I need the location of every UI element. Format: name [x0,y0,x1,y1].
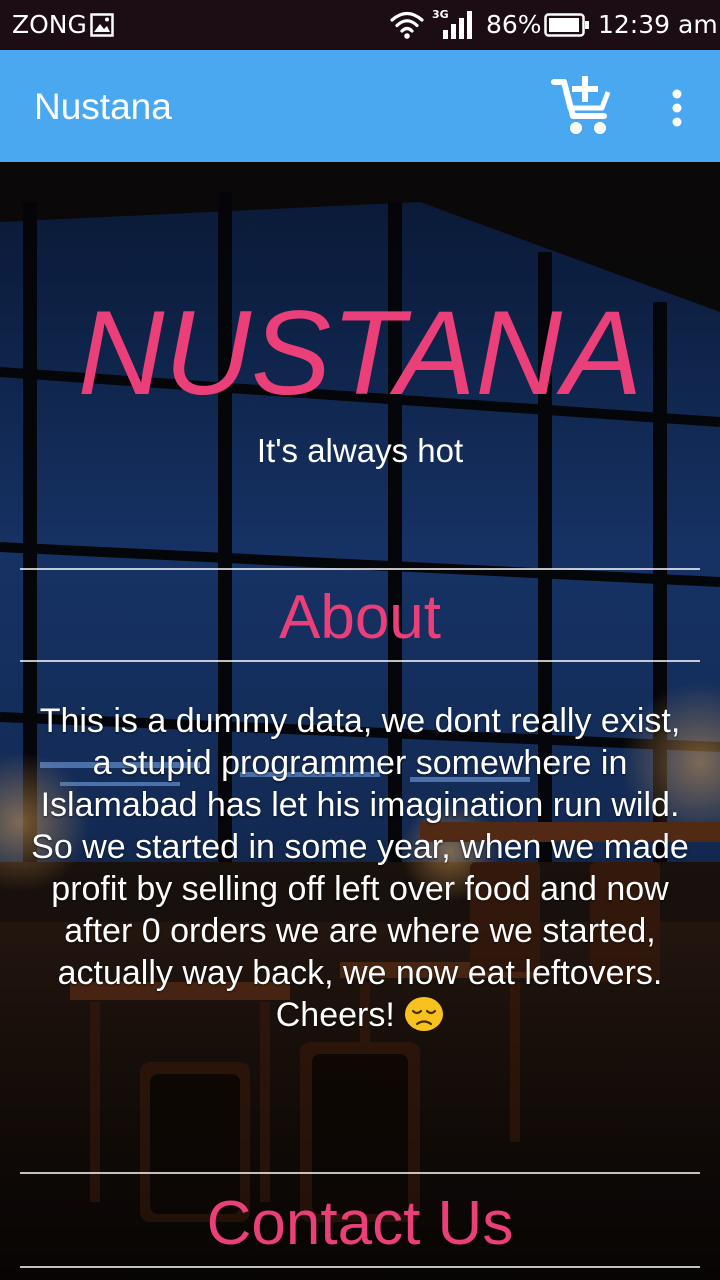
about-heading: About [278,583,442,652]
app-title: Nustana [34,86,172,127]
about-text: This is a dummy data, we dont really exi… [30,700,690,1042]
about-paragraph-1: This is a dummy data, we dont really exi… [39,702,681,824]
overflow-menu-button[interactable] [660,80,694,136]
about-top-divider [20,568,700,570]
carrier-name: ZONG [12,10,87,39]
about-paragraph-2-text: So we started in some year, when we made… [31,828,689,1034]
clock: 12:39 am [598,10,718,39]
about-bottom-divider [20,660,700,662]
add-to-cart-icon [551,76,611,134]
main-content: NUSTANA It's always hot About This is a … [0,162,720,1280]
gallery-icon [90,13,114,43]
overflow-menu-icon [672,89,682,127]
app-screen: ZONG 3G 86% 12:39 am Nustana NUSTANA It'… [0,0,720,1280]
about-paragraph-2: So we started in some year, when we made… [30,826,690,1042]
contact-top-divider [20,1172,700,1174]
brand-name: NUSTANA [77,286,643,420]
battery-percent: 86% [486,10,542,39]
app-bar: Nustana [0,50,720,162]
signal-icon: 3G [432,8,472,48]
sad-face-emoji-icon [404,996,444,1042]
tagline: It's always hot [256,432,464,469]
network-type-label: 3G [432,8,449,21]
battery-icon [544,13,590,43]
status-bar: ZONG 3G 86% 12:39 am [0,0,720,50]
contact-heading: Contact Us [206,1189,514,1258]
add-to-cart-button[interactable] [546,72,618,140]
contact-bottom-divider [20,1266,700,1268]
wifi-icon [390,10,424,46]
